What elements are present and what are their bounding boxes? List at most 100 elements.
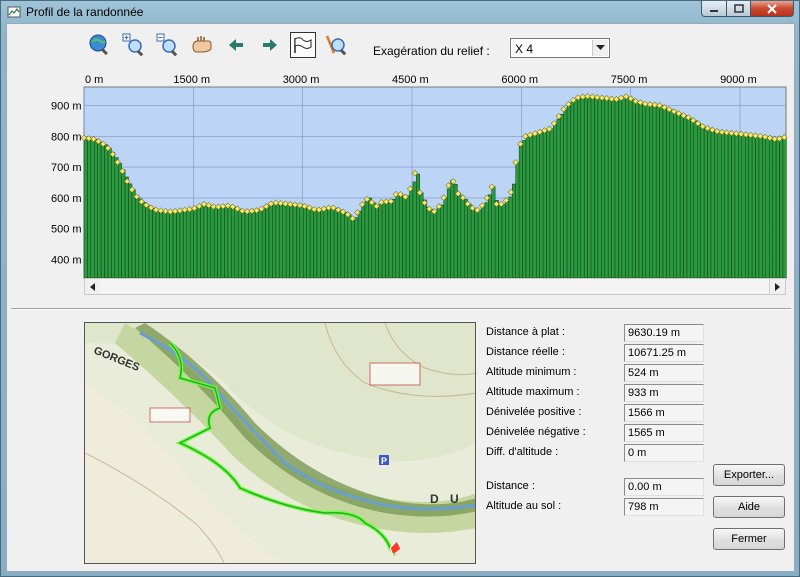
elevation-bar [303, 205, 307, 279]
elevation-bar [282, 203, 287, 279]
next-button[interactable] [257, 32, 283, 58]
elevation-bar [107, 147, 112, 279]
cursor-stat-label: Distance : [486, 480, 535, 492]
chart-horizontal-scrollbar[interactable] [84, 278, 786, 295]
zoom-in-button[interactable] [121, 32, 147, 58]
section-divider [11, 308, 791, 310]
elevation-bar [529, 134, 534, 279]
elevation-bar [779, 138, 784, 279]
exaggeration-select[interactable]: X 4 [510, 38, 610, 58]
elevation-bar [196, 206, 201, 279]
pan-button[interactable] [189, 32, 215, 58]
stat-label: Dénivelée négative : [486, 426, 586, 438]
elevation-bar [141, 202, 146, 279]
elevation-bar [460, 195, 465, 279]
elevation-bar [426, 206, 431, 279]
elevation-bar [100, 142, 105, 279]
elevation-bar [536, 132, 540, 279]
elevation-bar [659, 105, 664, 279]
elevation-bar [323, 208, 328, 279]
elevation-bar [368, 197, 373, 279]
elevation-bar [573, 99, 578, 279]
elevation-bar [296, 204, 301, 279]
elevation-bar [467, 203, 472, 279]
x-tick-label: 4500 m [392, 74, 429, 86]
elevation-bar [655, 104, 660, 279]
elevation-bar [333, 207, 338, 279]
elevation-bar [440, 204, 444, 279]
y-tick-label: 900 m [51, 100, 82, 112]
elevation-bar [649, 104, 653, 279]
elevation-bar [464, 199, 468, 279]
y-tick-label: 400 m [51, 255, 82, 267]
elevation-bar [508, 196, 513, 279]
elevation-bar [388, 202, 393, 279]
elevation-bar [255, 210, 259, 279]
elevation-bar [207, 204, 212, 279]
elevation-bar [532, 133, 537, 279]
stat-value: 9630.19 m [624, 324, 704, 342]
elevation-bar [361, 204, 366, 279]
elevation-bar [289, 203, 294, 279]
elevation-bar [165, 210, 170, 279]
export-button[interactable]: Exporter... [713, 464, 785, 486]
map-zoom-button[interactable] [323, 32, 349, 58]
elevation-bar [566, 105, 571, 279]
x-tick-label: 3000 m [283, 74, 320, 86]
elevation-bar [611, 98, 616, 279]
elevation-bar [453, 184, 458, 279]
stat-label: Distance à plat : [486, 326, 565, 338]
elevation-bar [601, 97, 606, 279]
elevation-bar [316, 209, 321, 279]
elevation-bar [145, 204, 150, 279]
elevation-bar [371, 202, 376, 279]
maximize-icon [733, 4, 744, 13]
route-map[interactable]: GORGES D U P [84, 322, 476, 564]
elevation-bar [224, 205, 229, 279]
elevation-bar [686, 116, 691, 279]
close-icon [767, 3, 777, 14]
profile-mode-button[interactable] [290, 32, 316, 58]
zoom-in-icon [122, 33, 144, 57]
scroll-left-button[interactable] [85, 279, 101, 294]
elevation-bar [710, 129, 715, 279]
elevation-bar [111, 152, 116, 279]
arrow-left-icon [229, 39, 243, 51]
elevation-chart[interactable]: 0 m 1500 m 3000 m 4500 m 6000 m 7500 m 9000 m … [7, 64, 794, 279]
elevation-bar [738, 133, 743, 279]
close-button[interactable]: Fermer [713, 528, 785, 550]
elevation-bar [546, 129, 551, 279]
elevation-bar [762, 136, 767, 279]
elevation-bar [210, 205, 215, 279]
elevation-bar [433, 211, 438, 279]
exaggeration-label: Exagération du relief : [373, 44, 490, 58]
profile-window: Profil de la randonnée Exagération du re… [0, 0, 800, 577]
map-zoom-icon [325, 35, 347, 56]
elevation-bar [700, 124, 705, 279]
x-tick-label: 0 m [85, 74, 103, 86]
zoom-globe-button[interactable] [87, 32, 113, 58]
dialog-client: Exagération du relief : X 4 0 m 1500 m 300… [6, 23, 795, 572]
elevation-bar [392, 199, 397, 279]
elevation-bar [638, 101, 643, 279]
elevation-bar [237, 208, 242, 279]
exaggeration-dropdown-button[interactable] [592, 40, 608, 56]
scroll-right-button[interactable] [769, 279, 785, 294]
elevation-bar [155, 209, 160, 279]
previous-button[interactable] [223, 32, 249, 58]
elevation-bar [131, 189, 136, 279]
x-tick-label: 6000 m [501, 74, 538, 86]
elevation-bar [227, 205, 232, 279]
elevation-bar [477, 209, 482, 279]
y-tick-label: 600 m [51, 193, 82, 205]
maximize-button[interactable] [726, 1, 751, 17]
elevation-bar [357, 210, 362, 279]
title-bar[interactable]: Profil de la randonnée [1, 1, 799, 23]
elevation-bar [597, 97, 602, 279]
minimize-button[interactable] [701, 1, 727, 17]
elevation-bar [703, 126, 708, 279]
help-button[interactable]: Aide [713, 496, 785, 518]
close-window-button[interactable] [750, 1, 794, 17]
zoom-out-button[interactable] [155, 32, 181, 58]
elevation-bar [748, 134, 753, 279]
